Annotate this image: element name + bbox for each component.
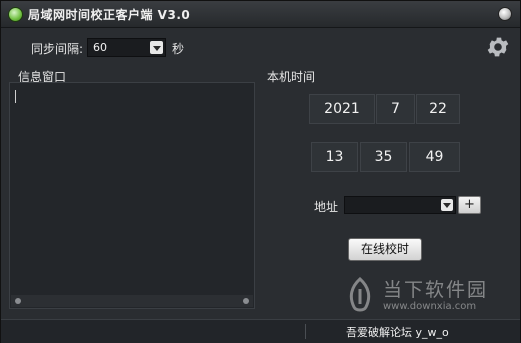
year-field: 2021: [309, 94, 375, 124]
app-logo-icon: [8, 7, 23, 22]
info-log-textarea[interactable]: [9, 82, 255, 309]
sync-interval-value: 60: [93, 41, 107, 54]
watermark-url: www.downxia.com: [383, 301, 477, 312]
status-divider: [305, 324, 306, 339]
second-field: 49: [409, 142, 460, 172]
status-text: 吾爱破解论坛 y_w_o: [346, 326, 449, 339]
title-bar[interactable]: 局域网时间校正客户端 V3.0: [1, 1, 520, 28]
close-icon[interactable]: [498, 7, 512, 21]
online-sync-button[interactable]: 在线校时: [348, 238, 422, 261]
watermark-name: 当下软件园: [383, 279, 489, 301]
chevron-down-icon[interactable]: [441, 199, 453, 211]
sync-interval-unit: 秒: [172, 42, 185, 56]
main-window: 局域网时间校正客户端 V3.0 同步间隔: 60 秒 信息窗口 本机时间 202…: [0, 0, 521, 343]
sync-interval-select[interactable]: 60: [87, 38, 166, 57]
minute-field: 35: [360, 142, 407, 172]
sync-interval-label: 同步间隔:: [31, 42, 84, 56]
scroll-left-icon[interactable]: [15, 298, 21, 304]
gear-icon[interactable]: [485, 34, 511, 60]
text-cursor: [15, 90, 16, 103]
add-address-button[interactable]: +: [458, 196, 481, 214]
day-field: 22: [416, 94, 460, 124]
hour-field: 13: [311, 142, 358, 172]
scroll-right-icon[interactable]: [243, 298, 249, 304]
watermark: 当下软件园 www.downxia.com: [339, 273, 519, 323]
address-select[interactable]: [344, 196, 456, 214]
local-time-title: 本机时间: [267, 70, 316, 84]
address-label: 地址: [314, 200, 339, 214]
chevron-down-icon[interactable]: [150, 41, 163, 54]
horizontal-scrollbar[interactable]: [11, 295, 253, 307]
status-bar: 吾爱破解论坛 y_w_o: [1, 319, 520, 343]
month-field: 7: [376, 94, 415, 124]
downxia-logo-icon: [349, 277, 371, 312]
window-title: 局域网时间校正客户端 V3.0: [28, 8, 191, 22]
